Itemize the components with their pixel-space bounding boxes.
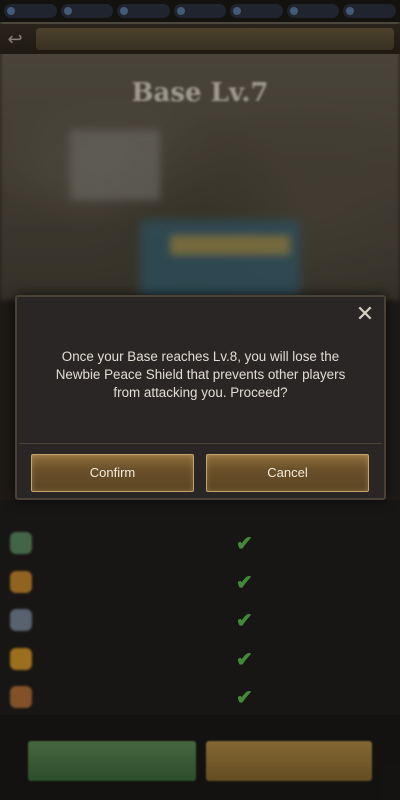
dialog-message: Once your Base reaches Lv.8, you will lo… <box>55 349 346 400</box>
cancel-button[interactable]: Cancel <box>206 454 369 492</box>
confirm-button[interactable]: Confirm <box>31 454 194 492</box>
dialog-divider <box>19 443 382 444</box>
close-icon[interactable]: ✕ <box>352 301 378 327</box>
confirm-dialog: ✕ Once your Base reaches Lv.8, you will … <box>15 295 386 500</box>
